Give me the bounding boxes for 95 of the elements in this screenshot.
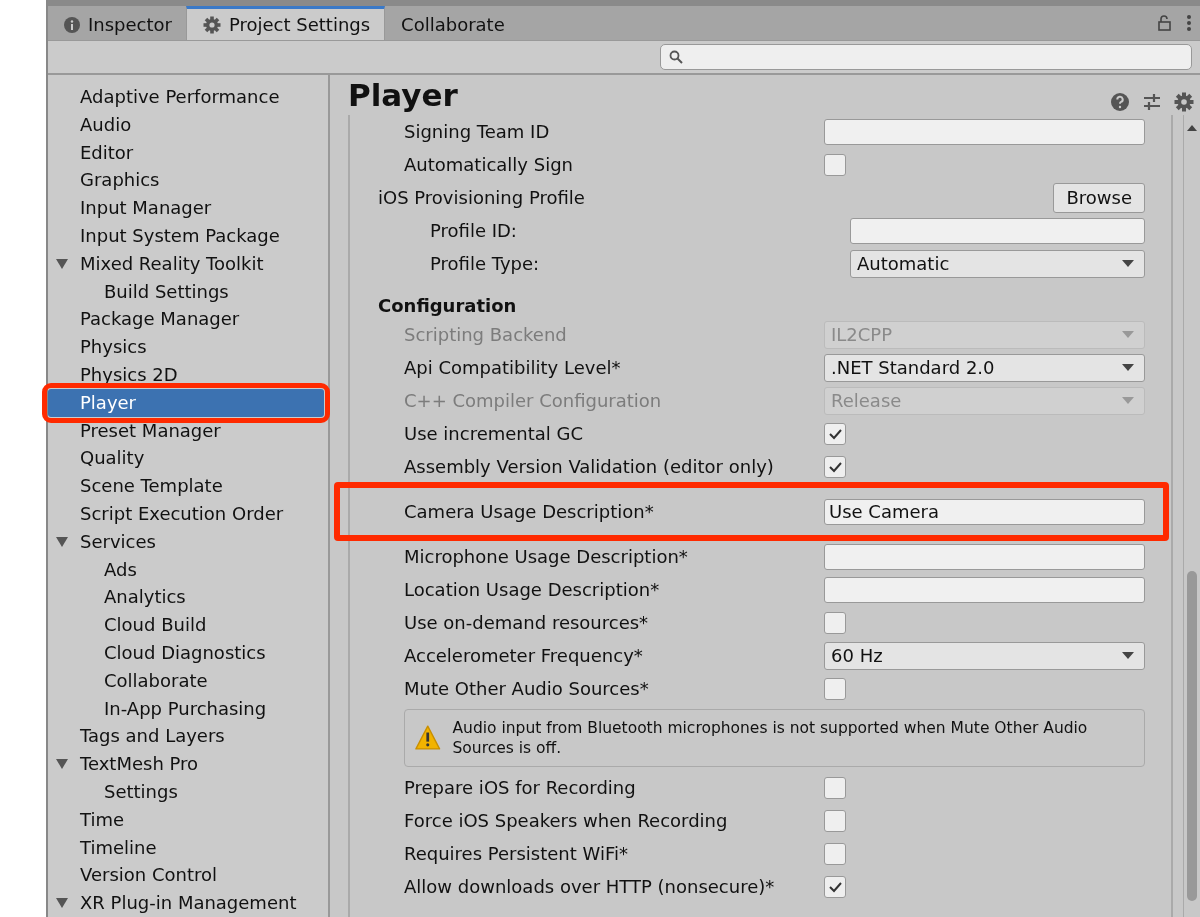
field-label: C++ Compiler Configuration — [403, 390, 663, 411]
field-label: Requires Persistent WiFi* — [403, 843, 629, 864]
field-label: Location Usage Description* — [403, 579, 661, 600]
sidebar-item[interactable]: Collaborate — [48, 666, 328, 695]
field-label: iOS Provisioning Profile — [378, 187, 586, 208]
sidebar-item[interactable]: Ads — [48, 555, 328, 584]
panel-title: Player — [348, 77, 458, 113]
field-label: Scripting Backend — [403, 324, 568, 345]
sidebar-item[interactable]: Adaptive Performance — [48, 83, 328, 111]
checkbox[interactable] — [824, 611, 846, 634]
checkbox[interactable] — [824, 422, 846, 445]
section-header: Configuration — [378, 294, 518, 318]
sidebar-item[interactable]: Time — [48, 805, 328, 834]
lock-icon[interactable] — [1158, 15, 1172, 31]
field-label: Mute Other Audio Sources* — [403, 678, 650, 699]
expanded-arrow-icon — [56, 897, 68, 909]
field-label: Assembly Version Validation (editor only) — [403, 456, 775, 477]
field-label: Accelerometer Frequency* — [403, 645, 644, 666]
help-icon[interactable] — [1110, 92, 1130, 112]
field-label: Automatically Sign — [403, 154, 574, 175]
field-label: Prepare iOS for Recording — [403, 777, 637, 798]
sidebar-item[interactable]: Mixed Reality Toolkit — [48, 249, 328, 278]
sidebar-item[interactable]: Package Manager — [48, 305, 328, 334]
checkbox[interactable] — [824, 875, 846, 898]
text-field[interactable] — [850, 217, 1145, 244]
sidebar-item[interactable]: Graphics — [48, 166, 328, 195]
sidebar-item[interactable]: Audio — [48, 110, 328, 139]
field-label: Signing Team ID — [403, 121, 551, 142]
sidebar-item[interactable]: Input Manager — [48, 194, 328, 222]
info-icon — [64, 16, 80, 33]
sidebar-item[interactable]: Cloud Build — [48, 611, 328, 639]
settings-icon[interactable] — [1174, 92, 1194, 112]
more-options-icon[interactable] — [1186, 14, 1192, 32]
sidebar-item[interactable]: In-App Purchasing — [48, 694, 328, 723]
tab[interactable]: Project Settings — [185, 6, 386, 40]
checkbox[interactable] — [824, 809, 846, 832]
text-field[interactable] — [824, 118, 1145, 145]
field-label: Use on-demand resources* — [403, 612, 650, 633]
dropdown-arrow-icon — [1122, 652, 1134, 659]
sidebar-item[interactable]: Script Execution Order — [48, 499, 328, 528]
sidebar-item[interactable]: Editor — [48, 138, 328, 167]
dropdown-arrow-icon — [1122, 397, 1134, 404]
field-label: Microphone Usage Description* — [403, 546, 689, 567]
dropdown-arrow-icon — [1122, 331, 1134, 338]
sidebar-item[interactable]: XR Plug-in Management — [48, 889, 328, 917]
search-field[interactable] — [660, 44, 1192, 70]
sidebar-item[interactable]: Services — [48, 527, 328, 556]
sidebar-item[interactable]: Version Control — [48, 861, 328, 890]
text-field[interactable] — [824, 576, 1145, 603]
sidebar-item[interactable]: Build Settings — [48, 277, 328, 306]
tab[interactable]: Collaborate — [385, 9, 519, 40]
sidebar-item[interactable]: Scene Template — [48, 472, 328, 500]
field-label: Api Compatibility Level* — [403, 357, 622, 378]
tab[interactable]: Inspector — [48, 9, 186, 40]
expanded-arrow-icon — [56, 758, 68, 770]
scroll-thumb[interactable] — [1187, 571, 1197, 901]
scroll-up-icon[interactable] — [1187, 125, 1197, 131]
sidebar-item[interactable]: Tags and Layers — [48, 722, 328, 751]
sidebar-item[interactable]: Cloud Diagnostics — [48, 638, 328, 667]
sidebar-item[interactable]: TextMesh Pro — [48, 750, 328, 778]
search-icon — [669, 50, 683, 64]
dropdown-arrow-icon — [1122, 260, 1134, 267]
browse-button[interactable]: Browse — [1053, 182, 1145, 213]
field-label: Profile ID: — [429, 220, 518, 241]
sidebar-item[interactable]: Preset Manager — [48, 416, 328, 445]
dropdown[interactable]: .NET Standard 2.0 — [824, 353, 1145, 382]
sidebar-item[interactable]: Physics — [48, 333, 328, 361]
expanded-arrow-icon — [56, 257, 68, 270]
field-label: Force iOS Speakers when Recording — [403, 810, 729, 831]
field-label: Profile Type: — [429, 253, 541, 274]
text-field[interactable] — [824, 543, 1145, 570]
expanded-arrow-icon — [56, 535, 68, 548]
checkbox[interactable] — [824, 842, 846, 865]
checkbox[interactable] — [824, 677, 846, 700]
text-field[interactable]: Use Camera — [824, 498, 1145, 525]
dropdown-arrow-icon — [1122, 364, 1134, 371]
checkbox[interactable] — [824, 455, 846, 478]
dropdown[interactable]: Automatic — [850, 249, 1145, 278]
sliders-icon[interactable] — [1142, 92, 1162, 112]
sidebar-item[interactable]: Settings — [48, 777, 328, 806]
field-label: Allow downloads over HTTP (nonsecure)* — [403, 876, 776, 897]
field-label: Use incremental GC — [403, 423, 585, 444]
warning-icon — [415, 724, 441, 752]
dropdown[interactable]: 60 Hz — [824, 641, 1145, 670]
sidebar-item[interactable]: Input System Package — [48, 222, 328, 250]
scrollbar[interactable] — [1183, 115, 1200, 917]
sidebar-item[interactable]: Timeline — [48, 833, 328, 862]
sidebar-item[interactable]: Analytics — [48, 583, 328, 612]
checkbox[interactable] — [824, 776, 846, 799]
checkbox[interactable] — [824, 153, 846, 176]
warning-text: Audio input from Bluetooth microphones is not supported when Mute Other Audio Sources is off. — [452, 718, 1089, 758]
sidebar-item[interactable]: Quality — [48, 444, 328, 473]
field-label: Camera Usage Description* — [403, 501, 655, 522]
sidebar-item[interactable]: Physics 2D — [48, 360, 328, 389]
gear-icon — [202, 15, 221, 34]
